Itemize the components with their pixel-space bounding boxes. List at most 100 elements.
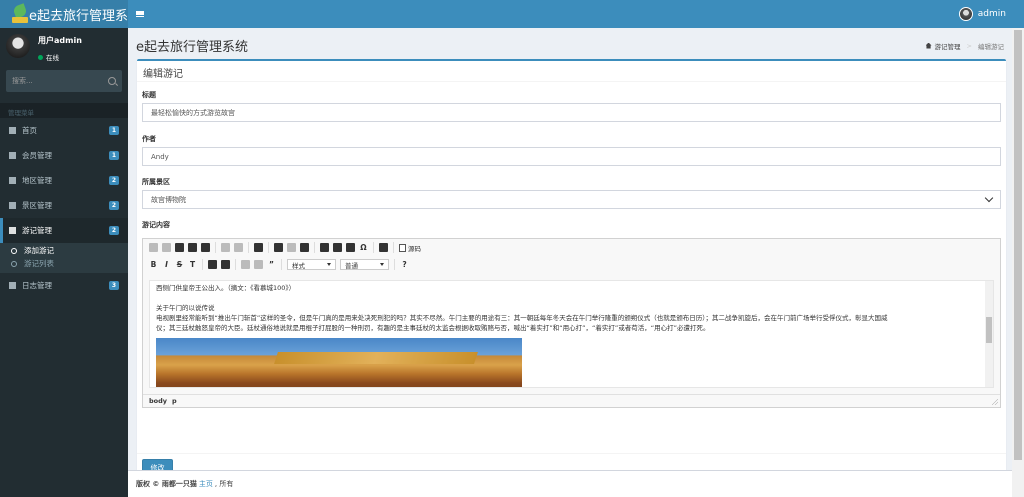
body-group: 游记内容 [142, 220, 1001, 233]
outdent-icon[interactable] [241, 260, 250, 269]
circle-icon [11, 247, 17, 254]
user-menu-name: admin [977, 9, 1006, 19]
user-panel: 用户admin 在线 [0, 28, 128, 64]
editor-toolbar-row-1: Ω 源码 [143, 239, 1000, 256]
sidebar-subitem-add[interactable]: 添加游记 [0, 244, 128, 257]
sidebar-subitem-list[interactable]: 游记列表 [0, 257, 128, 270]
sidebar-search-input[interactable]: 搜索... [6, 70, 122, 92]
sidebar-item-travelogues[interactable]: 游记管理 2 [0, 218, 128, 243]
badge: 2 [109, 176, 119, 185]
editor-statusbar: body p [143, 394, 1000, 407]
help-icon[interactable]: ? [400, 260, 409, 269]
logo-icon [12, 3, 28, 23]
undo-icon[interactable] [221, 243, 230, 252]
style-combo[interactable]: 样式 [287, 259, 336, 270]
content-wrapper: e起去旅行管理系统 游记管理 > 编辑游记 编辑游记 标题 最轻松愉快的方式游览… [128, 28, 1012, 497]
content-header: e起去旅行管理系统 游记管理 > 编辑游记 [128, 28, 1012, 59]
remove-format-icon[interactable]: T [188, 260, 197, 269]
editor-scrollbar[interactable] [985, 281, 993, 387]
scenic-label: 所属景区 [142, 178, 170, 186]
avatar [958, 7, 973, 21]
copy-icon[interactable] [162, 243, 171, 252]
horizontal-rule-icon[interactable] [346, 243, 355, 252]
dashboard-icon [925, 42, 932, 49]
editor-line: 关于午门的以说传说 [156, 304, 215, 312]
page-scrollbar[interactable] [1012, 28, 1024, 497]
sidebar-item-members[interactable]: 会员管理 1 [0, 143, 128, 168]
main-footer: 版权 © 雨都一只猫 主页 , 所有 [128, 470, 1012, 497]
path-p[interactable]: p [172, 397, 177, 405]
footer-home-link[interactable]: 主页 [199, 479, 213, 489]
search-icon[interactable] [108, 77, 116, 85]
user-menu[interactable]: admin [958, 7, 1006, 21]
title-label: 标题 [142, 91, 156, 99]
author-group: 作者 Andy [142, 134, 1001, 166]
rich-text-editor: Ω 源码 B I S T ” 样式 普通 ? 西侧门供皇帝王公出入。（摘文：《看… [142, 238, 1001, 408]
sidebar: 用户admin 在线 搜索... 管理菜单 首页 1 会员管理 1 地区管理 2… [0, 28, 128, 497]
sidebar-item-scenic[interactable]: 景区管理 2 [0, 193, 128, 218]
blockquote-icon[interactable]: ” [267, 260, 276, 269]
author-label: 作者 [142, 135, 156, 143]
editor-content-area[interactable]: 西侧门供皇帝王公出入。（摘文：《看慕城100》） 关于午门的以说传说 电视剧里经… [149, 280, 994, 388]
strike-icon[interactable]: S [175, 260, 184, 269]
location-icon [9, 177, 16, 184]
path-body[interactable]: body [149, 397, 167, 405]
maximize-icon[interactable] [379, 243, 388, 252]
chevron-down-icon [327, 263, 331, 266]
badge: 3 [109, 281, 119, 290]
special-char-icon[interactable]: Ω [359, 243, 368, 252]
italic-icon[interactable]: I [162, 260, 171, 269]
navbar: admin [128, 0, 1024, 28]
breadcrumb-parent[interactable]: 游记管理 [935, 41, 961, 51]
bulleted-list-icon[interactable] [221, 260, 230, 269]
paste-text-icon[interactable] [188, 243, 197, 252]
search-placeholder: 搜索... [12, 77, 33, 85]
author-input[interactable]: Andy [142, 147, 1001, 166]
source-button[interactable]: 源码 [399, 243, 421, 253]
badge: 2 [109, 226, 119, 235]
title-input[interactable]: 最轻松愉快的方式游览故宫 [142, 103, 1001, 122]
chevron-down-icon [984, 193, 994, 203]
table-icon[interactable] [333, 243, 342, 252]
online-dot-icon [38, 54, 43, 60]
resize-handle-icon[interactable] [992, 399, 998, 405]
footer-copyright: 版权 © 雨都一只猫 [136, 480, 197, 488]
indent-icon[interactable] [254, 260, 263, 269]
breadcrumb: 游记管理 > 编辑游记 [925, 41, 1004, 51]
unlink-icon[interactable] [287, 243, 296, 252]
breadcrumb-current: 编辑游记 [978, 42, 1004, 51]
link-icon[interactable] [274, 243, 283, 252]
redo-icon[interactable] [234, 243, 243, 252]
sidebar-item-regions[interactable]: 地区管理 2 [0, 168, 128, 193]
logo-text: e起去旅行管理系 [29, 8, 128, 24]
spellcheck-icon[interactable] [254, 243, 263, 252]
scenic-group: 所属景区 故宫博物院 [142, 177, 1001, 209]
top-header: e起去旅行管理系 admin [0, 0, 1024, 28]
circle-icon [11, 260, 17, 267]
badge: 1 [109, 151, 119, 160]
menu-header: 管理菜单 [0, 103, 128, 118]
travelogue-submenu: 添加游记 游记列表 [0, 243, 128, 273]
book-icon [9, 227, 16, 234]
editor-toolbar-row-2: B I S T ” 样式 普通 ? [143, 256, 1000, 273]
bold-icon[interactable]: B [149, 260, 158, 269]
paste-word-icon[interactable] [201, 243, 210, 252]
log-icon [9, 282, 16, 289]
user-name: 用户admin [38, 36, 82, 45]
box-title: 编辑游记 [137, 61, 1006, 82]
image-icon[interactable] [320, 243, 329, 252]
sidebar-item-home[interactable]: 首页 1 [0, 118, 128, 143]
paste-icon[interactable] [175, 243, 184, 252]
page-title: e起去旅行管理系统 [136, 40, 248, 55]
numbered-list-icon[interactable] [208, 260, 217, 269]
breadcrumb-separator: > [966, 41, 972, 50]
editor-line: 仪；其三廷杖触怒皇帝的大臣。廷杖通俗地说就是用棍子打屁股的一种刑罚，有趣的是主事… [156, 324, 710, 332]
scenic-select[interactable]: 故宫博物院 [142, 190, 1001, 209]
sidebar-item-logs[interactable]: 日志管理 3 [0, 273, 128, 298]
format-combo[interactable]: 普通 [340, 259, 389, 270]
body-label: 游记内容 [142, 221, 170, 229]
anchor-icon[interactable] [300, 243, 309, 252]
logo[interactable]: e起去旅行管理系 [0, 0, 128, 28]
cut-icon[interactable] [149, 243, 158, 252]
sidebar-toggle-icon[interactable] [136, 11, 144, 17]
